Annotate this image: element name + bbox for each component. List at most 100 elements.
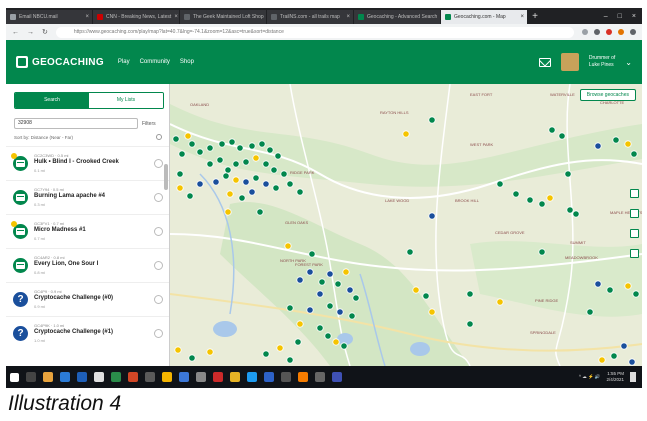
- traditional-cache-marker[interactable]: [286, 356, 294, 364]
- traditional-cache-marker[interactable]: [586, 308, 594, 316]
- app-icon[interactable]: [281, 372, 291, 382]
- avatar[interactable]: [560, 53, 579, 71]
- traditional-cache-marker[interactable]: [610, 352, 618, 360]
- close-tab-icon[interactable]: ×: [174, 10, 178, 24]
- app-icon[interactable]: [196, 372, 206, 382]
- found-cache-marker[interactable]: [412, 286, 420, 294]
- mystery-cache-marker[interactable]: [262, 180, 270, 188]
- app-icon[interactable]: [315, 372, 325, 382]
- menu-icon[interactable]: [630, 29, 636, 35]
- traditional-cache-marker[interactable]: [236, 144, 244, 152]
- found-cache-marker[interactable]: [598, 356, 606, 364]
- found-cache-marker[interactable]: [252, 154, 260, 162]
- traditional-cache-marker[interactable]: [256, 208, 264, 216]
- traditional-cache-marker[interactable]: [538, 248, 546, 256]
- mystery-cache-marker[interactable]: [336, 308, 344, 316]
- mystery-cache-marker[interactable]: [428, 212, 436, 220]
- chevron-down-icon[interactable]: ⌄: [625, 58, 632, 67]
- traditional-cache-marker[interactable]: [558, 132, 566, 140]
- traditional-cache-marker[interactable]: [538, 200, 546, 208]
- found-cache-marker[interactable]: [276, 344, 284, 352]
- mystery-cache-marker[interactable]: [248, 188, 256, 196]
- cache-list-item[interactable]: GC4AR2 · 0.8 mi Every Lion, One Sour I 0.8…: [6, 248, 169, 282]
- mystery-cache-marker[interactable]: [316, 290, 324, 298]
- app-icon[interactable]: [332, 372, 342, 382]
- found-cache-marker[interactable]: [546, 194, 554, 202]
- found-cache-marker[interactable]: [224, 208, 232, 216]
- close-window-button[interactable]: ×: [632, 10, 636, 24]
- found-cache-marker[interactable]: [624, 140, 632, 148]
- mystery-cache-marker[interactable]: [306, 306, 314, 314]
- edge-icon[interactable]: [60, 372, 70, 382]
- cache-list-item[interactable]: GC3FV1 · 0.7 mi Micro Madness #1 0.7 mi: [6, 214, 169, 248]
- traditional-cache-marker[interactable]: [606, 286, 614, 294]
- extension-icon[interactable]: [606, 29, 612, 35]
- extension-icon[interactable]: [594, 29, 600, 35]
- traditional-cache-marker[interactable]: [294, 338, 302, 346]
- found-cache-marker[interactable]: [624, 282, 632, 290]
- traditional-cache-marker[interactable]: [612, 136, 620, 144]
- found-cache-marker[interactable]: [174, 346, 182, 354]
- traditional-cache-marker[interactable]: [280, 170, 288, 178]
- found-cache-marker[interactable]: [232, 176, 240, 184]
- tray-icons[interactable]: ^ ☁ ⚡ 🔊: [579, 374, 601, 380]
- traditional-cache-marker[interactable]: [428, 116, 436, 124]
- geocaching-logo[interactable]: GEOCACHING: [16, 56, 104, 68]
- cache-select-checkbox[interactable]: [154, 295, 163, 304]
- map-canvas[interactable]: RAYTON HILLSOAKLANDFOREST PARKWATERVILLE…: [170, 84, 642, 366]
- word-icon[interactable]: [77, 372, 87, 382]
- traditional-cache-marker[interactable]: [228, 138, 236, 146]
- cache-select-checkbox[interactable]: [154, 227, 163, 236]
- traditional-cache-marker[interactable]: [566, 206, 574, 214]
- found-cache-marker[interactable]: [402, 130, 410, 138]
- found-cache-marker[interactable]: [342, 268, 350, 276]
- close-tab-icon[interactable]: ×: [346, 10, 350, 24]
- traditional-cache-marker[interactable]: [572, 210, 580, 218]
- app-icon[interactable]: [213, 372, 223, 382]
- traditional-cache-marker[interactable]: [252, 174, 260, 182]
- found-cache-marker[interactable]: [332, 338, 340, 346]
- traditional-cache-marker[interactable]: [340, 342, 348, 350]
- traditional-cache-marker[interactable]: [238, 194, 246, 202]
- traditional-cache-marker[interactable]: [296, 188, 304, 196]
- clock[interactable]: 1:55 PM 2/4/2021: [606, 371, 624, 383]
- traditional-cache-marker[interactable]: [172, 135, 180, 143]
- mystery-cache-marker[interactable]: [594, 280, 602, 288]
- traditional-cache-marker[interactable]: [258, 140, 266, 148]
- traditional-cache-marker[interactable]: [224, 166, 232, 174]
- user-info[interactable]: Drummer of Luke Pines: [589, 55, 615, 69]
- filters-button[interactable]: Filters: [142, 121, 156, 127]
- cache-select-checkbox[interactable]: [154, 193, 163, 202]
- traditional-cache-marker[interactable]: [216, 156, 224, 164]
- traditional-cache-marker[interactable]: [564, 170, 572, 178]
- app-icon[interactable]: [230, 372, 240, 382]
- mystery-cache-marker[interactable]: [620, 342, 628, 350]
- cache-select-checkbox[interactable]: [154, 261, 163, 270]
- sidebar-scrollbar[interactable]: [164, 164, 168, 190]
- traditional-cache-marker[interactable]: [512, 190, 520, 198]
- found-cache-marker[interactable]: [496, 298, 504, 306]
- tab-my-lists[interactable]: My Lists: [89, 93, 163, 108]
- new-tab-button[interactable]: +: [528, 10, 542, 24]
- app-icon[interactable]: [298, 372, 308, 382]
- found-cache-marker[interactable]: [184, 132, 192, 140]
- cache-select-checkbox[interactable]: [154, 329, 163, 338]
- browser-tab[interactable]: TrailNS.com - all trails map ×: [267, 10, 353, 24]
- traditional-cache-marker[interactable]: [232, 160, 240, 168]
- nav-community[interactable]: Community: [140, 59, 170, 65]
- sort-selector[interactable]: Sort by: Distance (Near - Far): [14, 135, 73, 140]
- star-icon[interactable]: [582, 29, 588, 35]
- close-tab-icon[interactable]: ×: [520, 10, 524, 24]
- traditional-cache-marker[interactable]: [324, 332, 332, 340]
- browser-tab[interactable]: Geocaching.com - Map ×: [441, 10, 527, 24]
- found-cache-marker[interactable]: [206, 348, 214, 356]
- traditional-cache-marker[interactable]: [334, 280, 342, 288]
- traditional-cache-marker[interactable]: [188, 140, 196, 148]
- file-explorer-icon[interactable]: [43, 372, 53, 382]
- traditional-cache-marker[interactable]: [218, 140, 226, 148]
- select-all-checkbox[interactable]: [156, 134, 162, 140]
- search-icon[interactable]: [26, 372, 36, 382]
- notifications-icon[interactable]: [630, 372, 636, 382]
- traditional-cache-marker[interactable]: [466, 320, 474, 328]
- windows-start-icon[interactable]: [10, 372, 19, 382]
